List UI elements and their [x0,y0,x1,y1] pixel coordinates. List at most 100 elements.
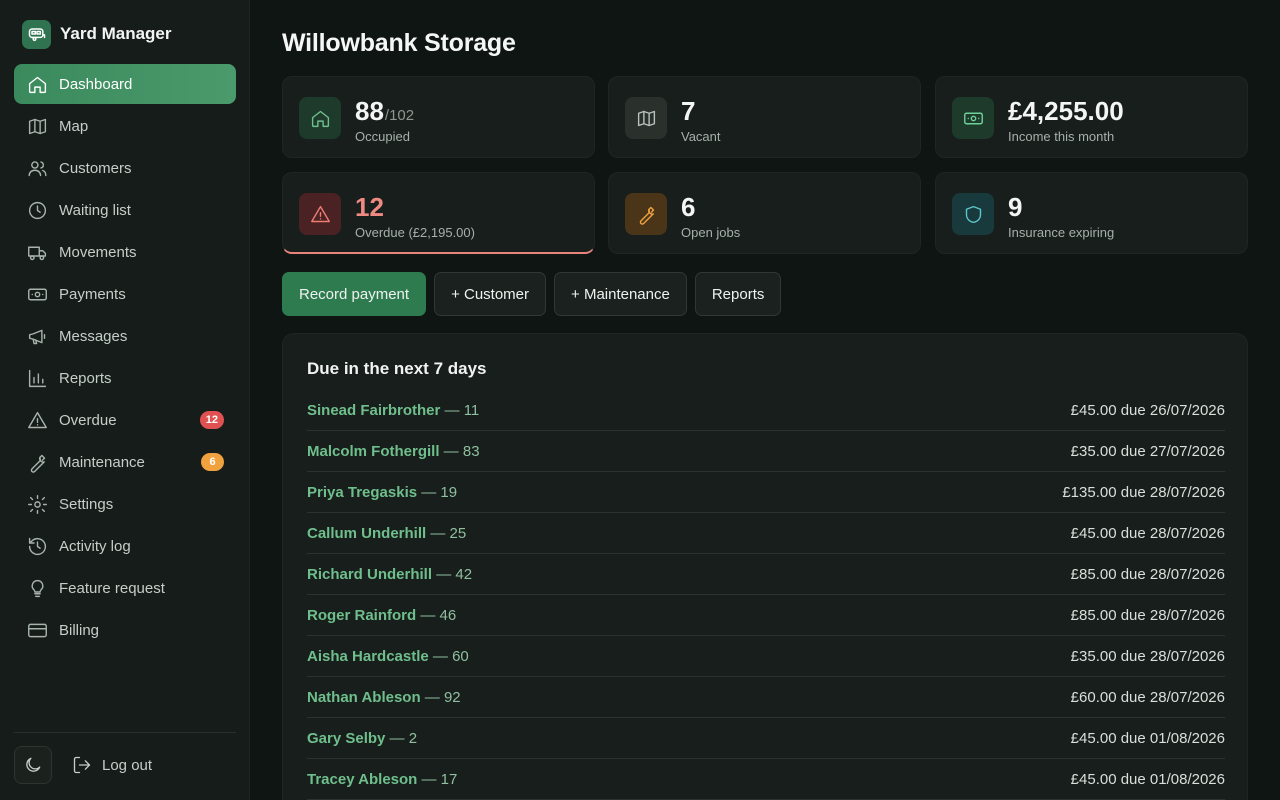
sidebar-item-overdue[interactable]: Overdue 12 [14,400,236,440]
add-customer-button[interactable]: + Customer [434,272,547,316]
list-item[interactable]: Callum Underhill — 25 £45.00 due 28/07/20… [307,513,1225,554]
record-payment-button[interactable]: Record payment [282,272,427,316]
due-customer: Callum Underhill — 25 [307,525,466,542]
stat-label: Vacant [681,129,721,144]
shield-icon [952,193,994,235]
due-amount: £85.00 due 28/07/2026 [1070,606,1225,624]
banknote-icon [952,97,994,139]
list-item[interactable]: Priya Tregaskis — 19 £135.00 due 28/07/20… [307,472,1225,513]
home-icon [26,73,48,95]
add-maintenance-button[interactable]: + Maintenance [554,272,687,316]
lightbulb-icon [26,577,48,599]
brand[interactable]: Yard Manager [22,19,172,49]
sidebar-item-waiting-list[interactable]: Waiting list [14,190,236,230]
due-customer: Malcolm Fothergill — 83 [307,443,480,460]
banknote-icon [26,283,48,305]
sidebar-item-label: Billing [59,621,100,639]
customer-link[interactable]: Callum Underhill [307,525,426,542]
theme-toggle-button[interactable] [14,746,52,784]
stat-card-income[interactable]: £4,255.00 Income this month [935,76,1248,158]
gear-icon [26,493,48,515]
overdue-count-badge: 12 [199,411,224,429]
reports-button[interactable]: Reports [694,272,782,316]
sidebar-item-map[interactable]: Map [14,106,236,146]
sidebar-item-messages[interactable]: Messages [14,316,236,356]
stat-card-vacant[interactable]: 7 Vacant [608,76,921,158]
list-item[interactable]: Aisha Hardcastle — 60 £35.00 due 28/07/20… [307,636,1225,677]
due-panel: Due in the next 7 days Sinead Fairbrothe… [282,333,1248,800]
sidebar-item-customers[interactable]: Customers [14,148,236,188]
truck-icon [26,241,48,263]
sidebar-footer: Log out [14,732,236,784]
sidebar-item-billing[interactable]: Billing [14,610,236,650]
customer-link[interactable]: Priya Tregaskis [307,484,417,501]
list-item[interactable]: Gary Selby — 2 £45.00 due 01/08/2026 [307,718,1225,759]
due-customer: Tracey Ableson — 17 [307,771,457,788]
sidebar-item-label: Dashboard [59,75,133,93]
app-name: Yard Manager [60,24,172,43]
list-item[interactable]: Richard Underhill — 42 £85.00 due 28/07/2… [307,554,1225,595]
sidebar-item-feature-request[interactable]: Feature request [14,568,236,608]
stat-value: 7 [681,96,696,126]
due-customer: Nathan Ableson — 92 [307,689,461,706]
sidebar-item-label: Reports [59,369,112,387]
list-item[interactable]: Tracey Ableson — 17 £45.00 due 01/08/2026 [307,759,1225,800]
logout-label: Log out [102,756,153,774]
sidebar-item-label: Waiting list [59,201,131,219]
sidebar-item-dashboard[interactable]: Dashboard [14,64,236,104]
users-icon [26,157,48,179]
sidebar-item-movements[interactable]: Movements [14,232,236,272]
due-panel-title: Due in the next 7 days [307,359,487,378]
stat-card-overdue[interactable]: 12 Overdue (£2,195.00) [282,172,595,254]
sidebar-item-maintenance[interactable]: Maintenance 6 [14,442,236,482]
bay-number: — 42 [432,565,473,583]
credit-card-icon [26,619,48,641]
stat-label: Insurance expiring [1008,225,1115,240]
customer-link[interactable]: Aisha Hardcastle [307,648,429,665]
list-item[interactable]: Sinead Fairbrother — 11 £45.00 due 26/07/… [307,390,1225,431]
stat-card-occupied[interactable]: 88/102 Occupied [282,76,595,158]
bay-number: — 2 [385,729,418,747]
due-list: Sinead Fairbrother — 11 £45.00 due 26/07/… [307,390,1225,800]
sidebar-item-activity-log[interactable]: Activity log [14,526,236,566]
customer-link[interactable]: Roger Rainford [307,607,416,624]
customer-link[interactable]: Richard Underhill [307,566,432,583]
bar-chart-icon [26,367,48,389]
customer-link[interactable]: Nathan Ableson [307,689,421,706]
wrench-icon [26,451,48,473]
logout-button[interactable]: Log out [72,746,152,784]
list-item[interactable]: Roger Rainford — 46 £85.00 due 28/07/2026 [307,595,1225,636]
sidebar-item-label: Map [59,117,89,135]
sidebar-item-label: Customers [59,159,132,177]
sidebar-item-label: Maintenance [59,453,145,471]
bay-number: — 60 [428,647,469,665]
due-amount: £85.00 due 28/07/2026 [1070,565,1225,583]
alert-triangle-icon [26,409,48,431]
due-amount: £45.00 due 28/07/2026 [1070,524,1225,542]
customer-link[interactable]: Sinead Fairbrother [307,402,440,419]
customer-link[interactable]: Tracey Ableson [307,771,417,788]
logout-icon [73,756,91,774]
sidebar-item-settings[interactable]: Settings [14,484,236,524]
sidebar-item-reports[interactable]: Reports [14,358,236,398]
due-amount: £35.00 due 28/07/2026 [1070,647,1225,665]
megaphone-icon [26,325,48,347]
sidebar-item-label: Settings [59,495,114,513]
home-icon [299,97,341,139]
customer-link[interactable]: Gary Selby [307,730,385,747]
history-icon [26,535,48,557]
stat-card-open-jobs[interactable]: 6 Open jobs [608,172,921,254]
list-item[interactable]: Nathan Ableson — 92 £60.00 due 28/07/2026 [307,677,1225,718]
sidebar-item-payments[interactable]: Payments [14,274,236,314]
sidebar-item-label: Movements [59,243,137,261]
map-icon [26,115,48,137]
customer-link[interactable]: Malcolm Fothergill [307,443,440,460]
stat-card-insurance[interactable]: 9 Insurance expiring [935,172,1248,254]
due-amount: £135.00 due 28/07/2026 [1062,483,1225,501]
due-customer: Roger Rainford — 46 [307,607,456,624]
list-item[interactable]: Malcolm Fothergill — 83 £35.00 due 27/07/… [307,431,1225,472]
due-amount: £45.00 due 01/08/2026 [1070,770,1225,788]
stat-label: Income this month [1008,129,1115,144]
caravan-logo-icon [22,19,51,49]
sidebar-item-label: Messages [59,327,128,345]
